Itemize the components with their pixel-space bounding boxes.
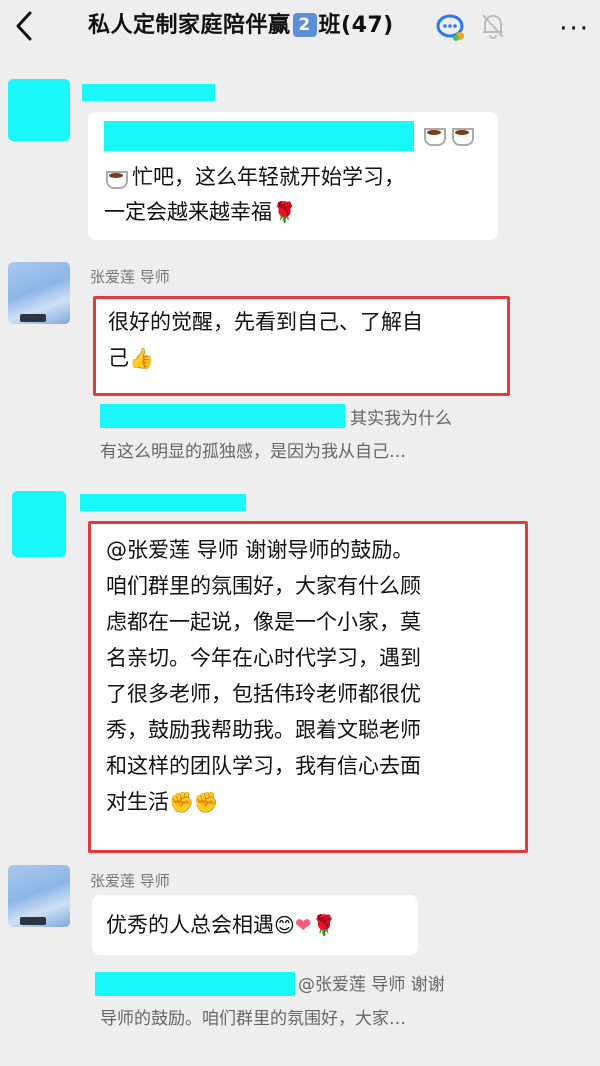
message-text: 名亲切。今年在心时代学习，遇到 <box>106 646 421 670</box>
sender-name: 张爱莲 导师 <box>90 268 170 286</box>
chat-bubble-icon[interactable] <box>436 12 466 42</box>
back-icon[interactable] <box>10 9 40 43</box>
avatar[interactable] <box>8 262 70 324</box>
redacted-quote-author <box>95 972 295 996</box>
chat-header: 私人定制家庭陪伴赢 2 班(47) ··· <box>0 0 600 52</box>
more-dots-icon[interactable]: ··· <box>559 14 590 44</box>
avatar[interactable] <box>8 865 70 927</box>
quote-text: 导师的鼓励。咱们群里的氛围好，大家… <box>100 1009 406 1029</box>
rose-emoji: 🌹 <box>272 200 297 224</box>
message-text: 秀，鼓励我帮助我。跟着文聪老师 <box>106 718 421 742</box>
message-text: 了很多老师，包括伟玲老师都很优 <box>106 682 421 706</box>
message-text: 一定会越来越幸福🌹 <box>104 200 297 224</box>
quote-text: 其实我为什么 <box>350 409 452 429</box>
heart-emoji: ❤ <box>294 913 312 937</box>
rose-emoji: 🌹 <box>311 913 337 937</box>
fist-emoji: ✊ <box>169 790 194 814</box>
redacted-text <box>104 121 414 151</box>
redacted-sender-name <box>80 494 246 511</box>
sender-name: 张爱莲 导师 <box>90 872 170 890</box>
coffee-emoji <box>422 124 478 146</box>
message-text: 优秀的人总会相遇😊❤🌹 <box>106 913 337 937</box>
smiley-emoji: 😊 <box>274 913 295 937</box>
quote-text: 有这么明显的孤独感，是因为我从自己… <box>100 442 406 462</box>
redacted-quote-author <box>100 404 345 428</box>
fist-emoji: ✊ <box>193 790 219 814</box>
message-text: 己👍 <box>108 346 154 370</box>
message-text: 很好的觉醒，先看到自己、了解自 <box>108 310 423 334</box>
avatar[interactable] <box>8 79 70 141</box>
number-badge: 2 <box>292 13 317 37</box>
avatar[interactable] <box>12 491 66 557</box>
thumbs-up-emoji: 👍 <box>129 346 154 370</box>
message-text: 忙吧，这么年轻就开始学习， <box>104 160 405 194</box>
message-text: 咱们群里的氛围好，大家有什么顾 <box>106 574 421 598</box>
message-text: 虑都在一起说，像是一个小家，莫 <box>106 610 421 634</box>
coffee-emoji <box>104 167 132 189</box>
message-text: 对生活✊✊ <box>106 790 219 814</box>
bell-muted-icon[interactable] <box>480 12 510 42</box>
message-text: 和这样的团队学习，我有信心去面 <box>106 754 421 778</box>
quote-text: @张爱莲 导师 谢谢 <box>298 975 445 995</box>
redacted-sender-name <box>82 84 215 101</box>
group-title: 私人定制家庭陪伴赢 2 班(47) <box>88 13 394 38</box>
message-text: @张爱莲 导师 谢谢导师的鼓励。 <box>106 538 414 562</box>
